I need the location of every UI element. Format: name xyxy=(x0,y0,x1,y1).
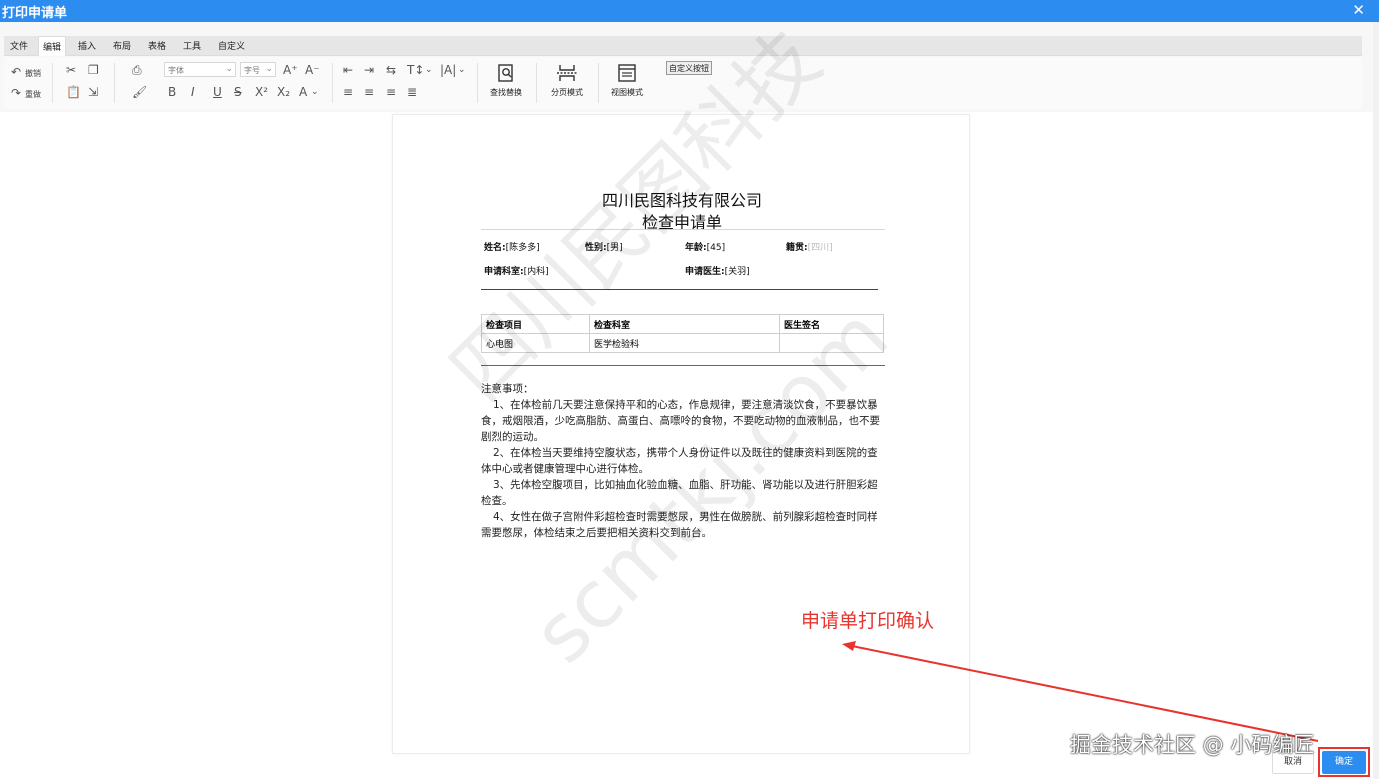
footer-watermark: 掘金技术社区 @ 小码编匠 xyxy=(1070,733,1315,757)
annotation-arrow xyxy=(842,641,1319,742)
confirm-button[interactable]: 确定 xyxy=(1322,751,1366,774)
vertical-scrollbar[interactable] xyxy=(1373,22,1379,779)
